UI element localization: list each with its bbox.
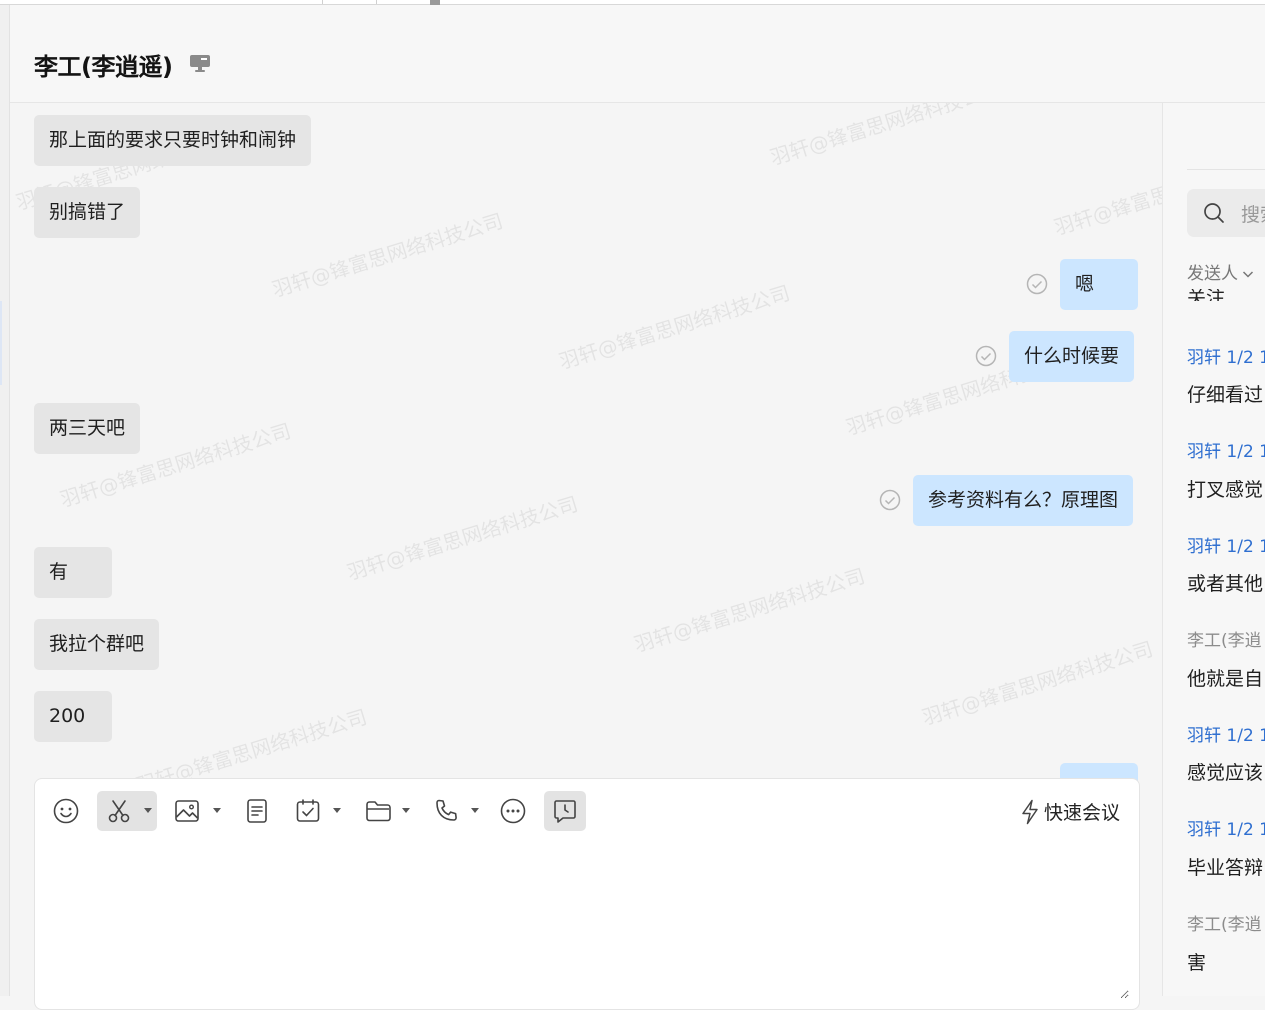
watermark: 羽轩@锋富思网络科技公司 xyxy=(631,563,868,657)
chevron-down-icon[interactable] xyxy=(402,808,410,813)
message-bubble-outgoing[interactable]: 参考资料有么？原理图 xyxy=(913,475,1134,526)
result-sender: 李工(李逍 xyxy=(1187,631,1262,651)
call-button[interactable] xyxy=(426,791,466,831)
message-bubble-outgoing[interactable]: 嗯 xyxy=(1060,259,1138,310)
watermark: 羽轩@锋富思网络科技公司 xyxy=(767,103,1004,170)
quick-meeting-label: 快速会议 xyxy=(1043,802,1120,824)
message-bubble-outgoing[interactable]: 什么时候要 xyxy=(1009,331,1135,382)
left-edge-highlight xyxy=(0,301,2,385)
image-button[interactable] xyxy=(167,791,207,831)
message-composer: 快速会议 xyxy=(34,778,1140,1010)
search-history-panel: 搜索 发送人 关注… 羽轩 1/2 1 仔细看过 羽轩 1/2 1 打叉感觉 羽… xyxy=(1162,103,1265,996)
message-bubble-incoming[interactable]: 我拉个群吧 xyxy=(34,619,160,670)
document-icon xyxy=(247,799,267,823)
result-text-partial: 关注… xyxy=(1187,289,1245,301)
result-sender: 羽轩 1/2 1 xyxy=(1187,726,1265,746)
result-text[interactable]: 毕业答辩 xyxy=(1187,853,1263,880)
chat-history-button[interactable] xyxy=(544,791,586,831)
chat-history-icon xyxy=(554,800,576,823)
chevron-down-icon[interactable] xyxy=(333,808,341,813)
result-text[interactable]: 仔细看过 xyxy=(1187,380,1263,407)
watermark: 羽轩@锋富思网络科技公司 xyxy=(919,636,1156,730)
task-icon xyxy=(296,799,320,822)
chat-header: 李工(李逍遥) xyxy=(10,5,1265,103)
chevron-down-icon[interactable] xyxy=(144,808,152,813)
search-icon xyxy=(1204,203,1224,223)
phone-icon xyxy=(436,799,457,821)
read-check-icon xyxy=(975,345,997,367)
result-text[interactable]: 他就是自 xyxy=(1187,664,1263,691)
more-icon xyxy=(500,798,526,824)
search-placeholder: 搜索 xyxy=(1241,204,1265,226)
result-sender: 羽轩 1/2 1 xyxy=(1187,442,1265,462)
result-text[interactable]: 感觉应该 xyxy=(1187,758,1263,785)
read-check-icon xyxy=(879,489,901,511)
task-button[interactable] xyxy=(288,791,328,831)
result-sender: 羽轩 1/2 1 xyxy=(1187,820,1265,840)
result-sender: 李工(李逍 xyxy=(1187,915,1262,935)
message-bubble-incoming[interactable]: 200 xyxy=(34,691,112,742)
left-panel-edge xyxy=(0,5,10,996)
watermark: 羽轩@锋富思网络科技公司 xyxy=(269,208,506,302)
more-button[interactable] xyxy=(493,791,533,831)
watermark: 羽轩@锋富思网络科技公司 xyxy=(556,280,793,374)
message-input[interactable] xyxy=(45,845,1129,999)
result-text[interactable]: 或者其他 xyxy=(1187,569,1263,596)
panel-divider xyxy=(1187,169,1265,170)
sender-filter-dropdown[interactable]: 发送人 xyxy=(1187,259,1254,284)
watermark: 羽轩@锋富思网络科技公司 xyxy=(1051,146,1162,240)
result-sender: 羽轩 1/2 1 xyxy=(1187,537,1265,557)
message-bubble-incoming[interactable]: 那上面的要求只要时钟和闹钟 xyxy=(34,115,312,166)
emoji-icon xyxy=(53,798,79,824)
search-box[interactable]: 搜索 xyxy=(1187,189,1265,237)
sender-filter-label: 发送人 xyxy=(1187,264,1238,284)
tab-divider xyxy=(322,0,323,4)
desktop-icon xyxy=(190,55,210,72)
document-button[interactable] xyxy=(237,791,277,831)
message-bubble-incoming[interactable]: 别搞错了 xyxy=(34,187,141,238)
lightning-icon xyxy=(1022,799,1038,824)
folder-button[interactable] xyxy=(357,791,399,831)
chevron-down-icon xyxy=(1242,271,1254,278)
image-icon xyxy=(175,800,199,822)
result-sender: 羽轩 1/2 1 xyxy=(1187,348,1265,368)
chat-title: 李工(李逍遥) xyxy=(34,53,173,81)
emoji-button[interactable] xyxy=(45,791,87,831)
watermark: 羽轩@锋富思网络科技公司 xyxy=(344,491,581,585)
tab-divider xyxy=(376,0,377,4)
screenshot-scissors-icon xyxy=(108,800,130,823)
message-bubble-incoming[interactable]: 有 xyxy=(34,547,112,598)
result-text[interactable]: 害 xyxy=(1187,948,1206,975)
read-check-icon xyxy=(1026,273,1048,295)
chevron-down-icon[interactable] xyxy=(213,808,221,813)
message-bubble-incoming[interactable]: 两三天吧 xyxy=(34,403,141,454)
quick-meeting-button[interactable]: 快速会议 xyxy=(1019,798,1120,825)
chevron-down-icon[interactable] xyxy=(471,808,479,813)
result-text[interactable]: 打叉感觉 xyxy=(1187,475,1263,502)
folder-icon xyxy=(366,801,391,822)
